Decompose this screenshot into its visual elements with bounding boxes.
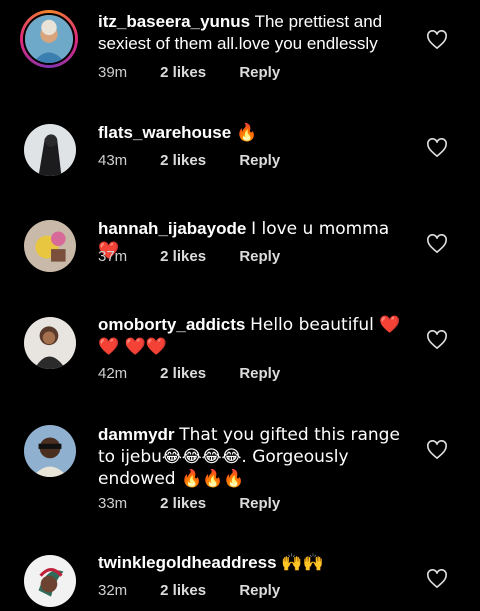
comment-likes[interactable]: 2 likes bbox=[160, 495, 235, 512]
comment-time: 32m bbox=[98, 582, 128, 599]
reply-button[interactable]: Reply bbox=[239, 64, 280, 81]
comment-username[interactable]: hannah_ijabayode bbox=[98, 219, 246, 238]
comment-likes[interactable]: 2 likes bbox=[160, 365, 235, 382]
comment-time: 37m bbox=[98, 248, 128, 265]
comment-meta: 37m 2 likes Reply bbox=[98, 248, 280, 265]
comment-likes[interactable]: 2 likes bbox=[160, 64, 235, 81]
comment-text: dammydr That you gifted this range to ij… bbox=[98, 424, 408, 490]
reply-button[interactable]: Reply bbox=[239, 582, 280, 599]
comment-likes[interactable]: 2 likes bbox=[160, 582, 235, 599]
comment-likes[interactable]: 2 likes bbox=[160, 248, 235, 265]
comment-username[interactable]: dammydr bbox=[98, 425, 175, 444]
comment-text: twinklegoldheaddress 🙌🙌 bbox=[98, 552, 408, 574]
avatar[interactable] bbox=[24, 555, 76, 607]
comment-text: omoborty_addicts Hello beautiful ❤️❤️ ❤️… bbox=[98, 314, 408, 358]
heart-outline-icon[interactable] bbox=[426, 440, 448, 460]
heart-outline-icon[interactable] bbox=[426, 569, 448, 589]
comment-time: 43m bbox=[98, 152, 128, 169]
avatar[interactable] bbox=[24, 317, 76, 369]
heart-outline-icon[interactable] bbox=[426, 330, 448, 350]
comment-username[interactable]: omoborty_addicts bbox=[98, 315, 245, 334]
comment-meta: 42m 2 likes Reply bbox=[98, 365, 280, 382]
comment-time: 33m bbox=[98, 495, 128, 512]
comment-meta: 39m 2 likes Reply bbox=[98, 64, 280, 81]
heart-outline-icon[interactable] bbox=[426, 234, 448, 254]
reply-button[interactable]: Reply bbox=[239, 365, 280, 382]
avatar[interactable] bbox=[24, 124, 76, 176]
comment-meta: 33m 2 likes Reply bbox=[98, 495, 280, 512]
avatar[interactable] bbox=[24, 220, 76, 272]
comment-username[interactable]: itz_baseera_yunus bbox=[98, 12, 250, 31]
comment-body: 🙌🙌 bbox=[281, 553, 324, 573]
reply-button[interactable]: Reply bbox=[239, 495, 280, 512]
avatar[interactable] bbox=[20, 10, 78, 68]
avatar[interactable] bbox=[24, 425, 76, 477]
comment-time: 42m bbox=[98, 365, 128, 382]
heart-outline-icon[interactable] bbox=[426, 30, 448, 50]
comment-likes[interactable]: 2 likes bbox=[160, 152, 235, 169]
heart-outline-icon[interactable] bbox=[426, 138, 448, 158]
comment-meta: 32m 2 likes Reply bbox=[98, 582, 280, 599]
comment-body: 🔥 bbox=[235, 123, 258, 143]
comment-meta: 43m 2 likes Reply bbox=[98, 152, 280, 169]
reply-button[interactable]: Reply bbox=[239, 248, 280, 265]
comment-username[interactable]: twinklegoldheaddress bbox=[98, 553, 277, 572]
comment-time: 39m bbox=[98, 64, 128, 81]
comment-text: itz_baseera_yunus The prettiest and sexi… bbox=[98, 11, 408, 55]
comment-text: flats_warehouse 🔥 bbox=[98, 122, 408, 144]
comment-username[interactable]: flats_warehouse bbox=[98, 123, 231, 142]
reply-button[interactable]: Reply bbox=[239, 152, 280, 169]
